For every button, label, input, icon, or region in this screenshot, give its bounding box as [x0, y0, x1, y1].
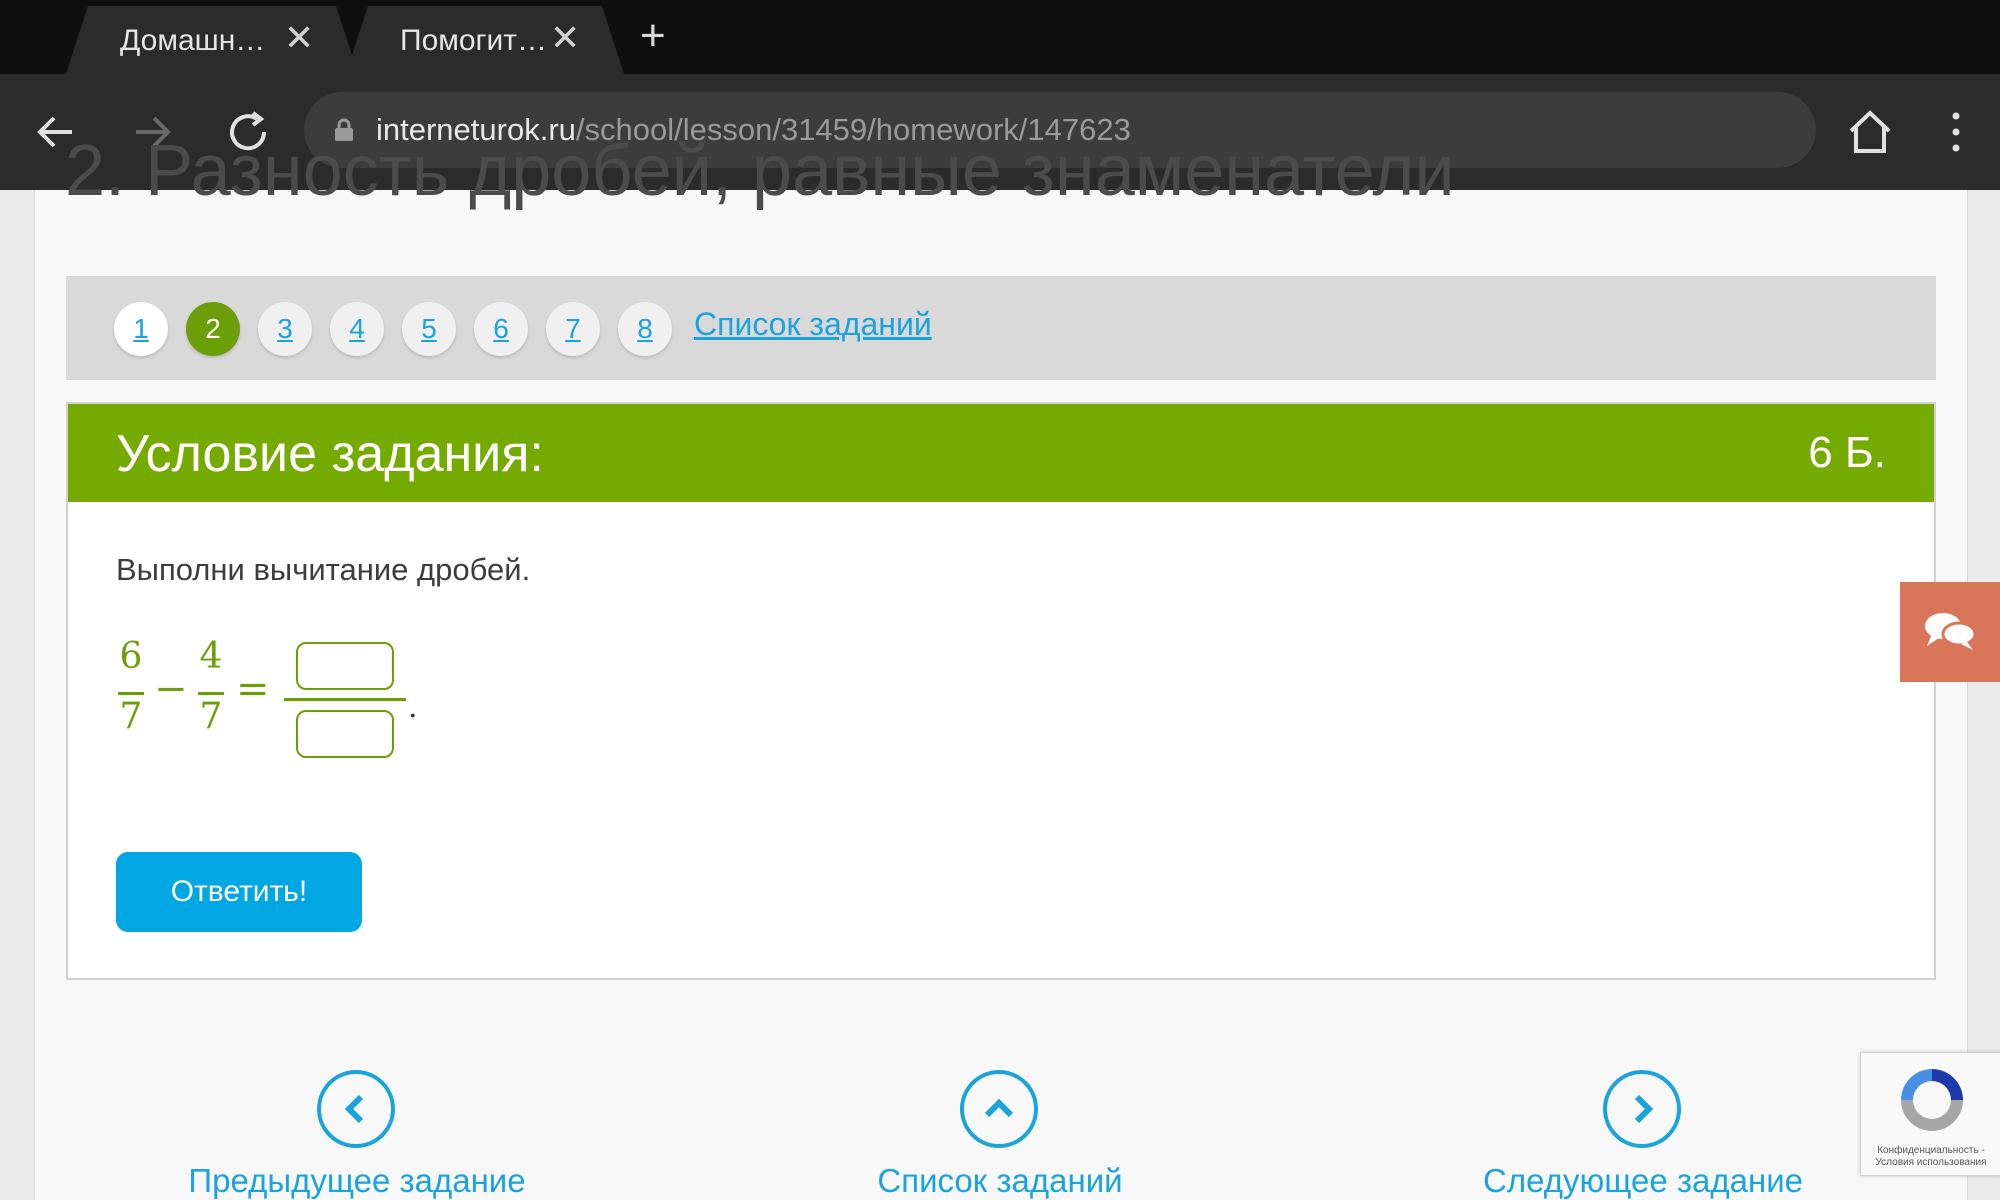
period: .: [408, 690, 418, 725]
more-menu-icon[interactable]: [1928, 104, 1984, 160]
tab-close-icon[interactable]: ✕: [550, 20, 580, 56]
task-instruction: Выполни вычитание дробей.: [116, 552, 531, 587]
fraction-expression: 6 7 − 4 7 = .: [116, 636, 436, 766]
recaptcha-logo-icon: [1901, 1069, 1963, 1131]
home-icon[interactable]: [1842, 104, 1898, 160]
next-task-label[interactable]: Следующее задание: [1433, 1162, 1853, 1200]
chat-bubbles-icon[interactable]: [1900, 582, 2000, 682]
chevron-up-icon[interactable]: [960, 1070, 1038, 1148]
pager-item-6[interactable]: 6: [474, 302, 528, 356]
page-content: 2. Разность дробей, равные знаменатели 1…: [34, 131, 1968, 1200]
answer-denominator-input[interactable]: [296, 710, 394, 758]
chevron-left-icon[interactable]: [317, 1070, 395, 1148]
prev-task-label[interactable]: Предыдущее задание: [147, 1162, 567, 1200]
submit-answer-button[interactable]: Ответить!: [116, 852, 362, 932]
browser-tab-1[interactable]: Домашн… ✕: [66, 6, 358, 74]
task-header-title: Условие задания:: [116, 425, 544, 483]
pager-item-1[interactable]: 1: [114, 302, 168, 356]
lesson-heading: 2. Разность дробей, равные знаменатели: [65, 131, 1455, 211]
tab-close-icon[interactable]: ✕: [284, 20, 314, 56]
browser-tab-bar: Домашн… ✕ Помогит… ✕ +: [0, 0, 2000, 74]
pager-item-3[interactable]: 3: [258, 302, 312, 356]
tab-title: Домашн…: [120, 24, 266, 57]
answer-fraction-bar: [284, 698, 406, 701]
pager-item-7[interactable]: 7: [546, 302, 600, 356]
task-card: Условие задания: 6 Б. Выполни вычитание …: [66, 402, 1936, 980]
equals-sign: =: [236, 666, 270, 712]
pager-item-4[interactable]: 4: [330, 302, 384, 356]
pager-item-5[interactable]: 5: [402, 302, 456, 356]
pager-item-8[interactable]: 8: [618, 302, 672, 356]
task-points: 6 Б.: [1808, 428, 1886, 477]
answer-numerator-input[interactable]: [296, 642, 394, 690]
recaptcha-badge[interactable]: Конфиденциальность - Условия использован…: [1860, 1052, 2000, 1176]
fraction-a-numerator: 6: [119, 636, 143, 677]
minus-sign: −: [154, 666, 188, 712]
fraction-b-denominator: 7: [199, 696, 223, 737]
task-header: Условие задания: 6 Б.: [68, 404, 1934, 502]
recaptcha-text[interactable]: Конфиденциальность - Условия использован…: [1861, 1145, 2000, 1169]
task-pager: 1 2 3 4 5 6 7 8 Список заданий: [66, 276, 1936, 380]
new-tab-icon[interactable]: +: [640, 14, 666, 58]
fraction-bar: [198, 692, 224, 695]
browser-tab-2[interactable]: Помогит… ✕: [346, 6, 624, 74]
pager-item-2[interactable]: 2: [186, 302, 240, 356]
fraction-b-numerator: 4: [199, 636, 223, 677]
fraction-bar: [118, 692, 144, 695]
fraction-a-denominator: 7: [119, 696, 143, 737]
task-list-label[interactable]: Список заданий: [790, 1162, 1210, 1200]
chevron-right-icon[interactable]: [1603, 1070, 1681, 1148]
tab-title: Помогит…: [400, 24, 547, 57]
task-list-link[interactable]: Список заданий: [694, 306, 932, 343]
